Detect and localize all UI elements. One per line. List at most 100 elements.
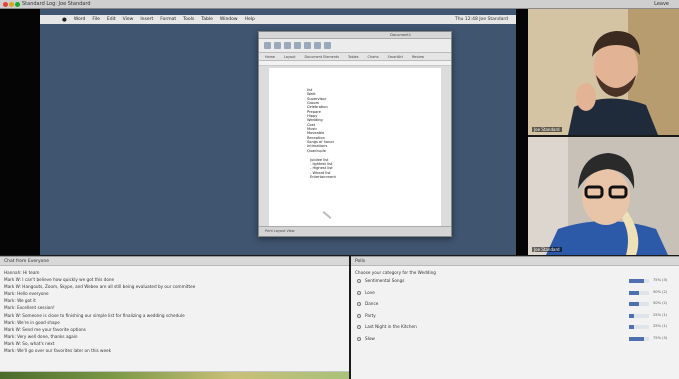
poll-result-fill <box>629 279 644 283</box>
word-document-window: Document1 Home Layout Document Elements … <box>258 31 452 237</box>
chat-message: Mark: We'll go over our favorites later … <box>4 348 112 354</box>
menu-tools[interactable]: Tools <box>183 17 194 22</box>
maximize-window-icon[interactable] <box>15 2 20 7</box>
participant-video-1[interactable]: Joe Standard <box>528 9 679 135</box>
leave-button[interactable]: Leave <box>654 1 669 7</box>
window-titlebar: Standard Log: Joe Standard Leave <box>0 0 679 9</box>
ribbon-tab-smartart[interactable]: SmartArt <box>388 55 403 59</box>
poll-result-bar <box>629 313 649 318</box>
woman-with-glasses-image <box>528 137 679 255</box>
poll-option-label: Love <box>365 289 375 295</box>
print-icon[interactable] <box>294 42 301 49</box>
poll-option[interactable]: Dance 50% (2) <box>351 299 679 311</box>
chat-message: Mark W: Someone is close to finishing ou… <box>4 312 185 318</box>
redo-icon[interactable] <box>314 42 321 49</box>
save-icon[interactable] <box>284 42 291 49</box>
document-title: Document1 <box>390 33 411 37</box>
menu-format[interactable]: Format <box>160 17 176 22</box>
poll-result-fill <box>629 325 634 330</box>
poll-result-fill <box>629 336 644 341</box>
chat-header: Chat from Everyone <box>0 257 349 266</box>
zoom-icon[interactable] <box>324 42 331 49</box>
menu-app[interactable]: Word <box>74 17 86 22</box>
ribbon-tab-charts[interactable]: Charts <box>368 55 379 59</box>
menu-table[interactable]: Table <box>201 17 213 22</box>
chat-message: Hannah: Hi team <box>4 270 40 275</box>
poll-result-bar <box>629 325 649 330</box>
menu-insert[interactable]: Insert <box>140 17 153 22</box>
document-text: list Walk Supervisor Groom Celebration Prepar… <box>307 88 336 179</box>
poll-option-label: Last Night in the Kitchen <box>365 324 417 330</box>
chat-message: Mark: We're in good shape <box>4 319 60 325</box>
poll-result-percent: 25% (1) <box>653 324 668 329</box>
menu-window[interactable]: Window <box>220 17 238 22</box>
document-view-mode: Print Layout View <box>265 229 295 233</box>
participant-name-1: Joe Standard <box>532 127 562 132</box>
poll-question: Choose your category for the Wedding <box>355 270 436 275</box>
ribbon-tab-document-elements[interactable]: Document Elements <box>305 55 339 59</box>
chat-message: Mark: Hello everyone <box>4 291 49 297</box>
poll-result-fill <box>629 290 639 295</box>
poll-result-bar <box>629 279 649 283</box>
menu-edit[interactable]: Edit <box>107 17 116 22</box>
menu-view[interactable]: View <box>123 17 134 22</box>
poll-result-fill <box>629 302 639 307</box>
poll-option-radio[interactable] <box>357 325 361 330</box>
poll-option-radio[interactable] <box>357 290 361 295</box>
chat-message: Mark W: Hangouts, Zoom, Skype, and Webex… <box>4 284 196 290</box>
poll-option-radio[interactable] <box>357 279 361 283</box>
document-line: - Highest list <box>310 166 333 171</box>
undo-icon[interactable] <box>304 42 311 49</box>
poll-result-percent: 25% (1) <box>653 312 668 317</box>
ribbon-tab-review[interactable]: Review <box>412 55 424 59</box>
document-statusbar: Print Layout View <box>259 226 451 236</box>
poll-result-percent: 50% (2) <box>653 289 668 294</box>
apple-icon: ● <box>62 16 67 23</box>
window-title: Standard Log: Joe Standard <box>22 1 91 7</box>
poll-option[interactable]: Party 25% (1) <box>351 311 679 323</box>
poll-option[interactable]: Sentimental Songs 75% (3) <box>351 276 679 288</box>
poll-header: Polls <box>351 257 679 266</box>
participant-name-2: Joe Standard <box>532 247 562 252</box>
close-window-icon[interactable] <box>3 2 8 7</box>
poll-result-percent: 50% (2) <box>653 301 668 306</box>
man-with-beard-image <box>528 9 679 135</box>
poll-option-label: Sentimental Songs <box>365 278 405 283</box>
chat-messages: Hannah: Hi team Mark W: I can't believe h… <box>0 266 349 357</box>
poll-option-label: Dance <box>365 301 379 307</box>
ribbon-tab-tables[interactable]: Tables <box>348 55 359 59</box>
document-ribbon: Home Layout Document Elements Tables Cha… <box>259 53 451 61</box>
poll-option-radio[interactable] <box>357 336 361 341</box>
minimize-window-icon[interactable] <box>9 2 14 7</box>
share-letterbox-left <box>0 9 40 255</box>
document-toolbar <box>259 39 451 53</box>
open-icon[interactable] <box>274 42 281 49</box>
chat-message: Mark: Very well done, thanks again <box>4 333 78 339</box>
poll-result-bar <box>629 290 649 295</box>
chat-message: Mark W: Send me your favorite options <box>4 326 86 332</box>
document-ruler <box>259 61 451 66</box>
participant-video-2[interactable]: Joe Standard <box>528 137 679 255</box>
ribbon-tab-home[interactable]: Home <box>265 55 275 59</box>
poll-result-percent: 75% (3) <box>653 278 668 282</box>
poll-option[interactable]: Love 50% (2) <box>351 288 679 300</box>
poll-panel: Polls Choose your category for the Weddi… <box>351 256 679 379</box>
poll-option[interactable]: Slow 75% (3) <box>351 334 679 346</box>
menubar-status: Thu 12:48 Joe Standard <box>454 17 508 22</box>
poll-option-label: Party <box>365 312 376 318</box>
poll-option-radio[interactable] <box>357 302 361 307</box>
poll-result-bar <box>629 302 649 307</box>
menu-help[interactable]: Help <box>245 17 255 22</box>
chat-panel: Chat from Everyone Hannah: Hi team Mark W… <box>0 256 349 379</box>
document-titlebar: Document1 <box>259 32 451 39</box>
poll-option-radio[interactable] <box>357 313 361 318</box>
menu-file[interactable]: File <box>92 17 100 22</box>
chat-message: Mark W: So, what's next <box>4 340 55 346</box>
ribbon-tab-layout[interactable]: Layout <box>284 55 296 59</box>
poll-result-fill <box>629 313 634 318</box>
document-page[interactable]: list Walk Supervisor Groom Celebration Prepar… <box>269 68 441 226</box>
shared-mac-menubar: ● Word File Edit View Insert Format Tool… <box>40 15 516 24</box>
share-letterbox-right <box>516 9 528 255</box>
poll-option[interactable]: Last Night in the Kitchen 25% (1) <box>351 322 679 334</box>
new-doc-icon[interactable] <box>264 42 271 49</box>
